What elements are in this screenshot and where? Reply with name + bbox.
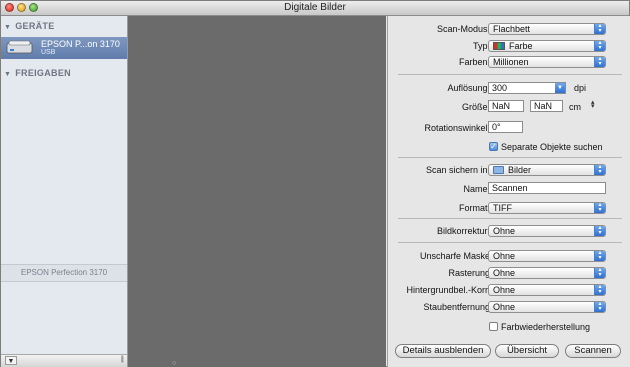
popup-arrows-icon: ▴ ▾: [594, 165, 605, 175]
unit-stepper-icon[interactable]: ▴ ▾: [591, 99, 595, 110]
overview-button[interactable]: Übersicht: [495, 344, 559, 358]
sidebar-bottom-bar: ▼ |||: [1, 354, 127, 367]
color-mode-icon: [493, 42, 505, 50]
type-popup[interactable]: Farbe ▴ ▾: [488, 40, 606, 52]
resolution-combobox[interactable]: 300 ▼: [488, 82, 566, 94]
device-name: EPSON P...on 3170: [41, 39, 120, 49]
image-capture-window: Digitale Bilder ▼ GERÄTE EPSON P...on 317…: [0, 0, 630, 367]
scan-preview-area[interactable]: ○: [128, 16, 386, 367]
save-in-popup[interactable]: Bilder ▴ ▾: [488, 164, 606, 176]
selected-device-label: EPSON Perfection 3170: [1, 264, 127, 282]
resolution-unit: dpi: [574, 83, 587, 93]
sidebar: ▼ GERÄTE EPSON P...on 3170 USB ▼ FREIGABEN…: [1, 16, 128, 367]
image-correction-popup[interactable]: Ohne ▴ ▾: [488, 225, 606, 237]
disclosure-triangle-icon[interactable]: ▼: [4, 24, 11, 31]
format-label: Format:: [458, 203, 490, 213]
colors-popup[interactable]: Millionen ▴ ▾: [488, 56, 606, 68]
popup-arrows-icon: ▴ ▾: [594, 226, 605, 236]
popup-arrows-icon: ▴ ▾: [594, 285, 605, 295]
popup-arrows-icon: ▴ ▾: [594, 268, 605, 278]
separator: [398, 242, 622, 243]
color-restoration-label: Farbwiederherstellung: [501, 322, 591, 332]
file-name-field[interactable]: Scannen: [488, 182, 606, 194]
shared-section-header[interactable]: ▼ FREIGABEN: [4, 68, 71, 78]
size-unit: cm: [569, 102, 581, 112]
save-in-label: Scan sichern in:: [425, 165, 490, 175]
scan-settings-panel: Scan-Modus: Flachbett ▴ ▾ Typ: Farbe ▴ ▾ F…: [387, 16, 630, 367]
disclosure-triangle-icon[interactable]: ▼: [4, 71, 11, 78]
separate-objects-checkbox[interactable]: ✓: [489, 142, 498, 151]
window-title: Digitale Bilder: [284, 2, 346, 13]
resize-grip-icon[interactable]: |||: [121, 356, 125, 363]
background-correction-label: Hintergrundbel.-Korr.: [406, 285, 490, 295]
resize-handle-icon[interactable]: ○: [172, 360, 176, 367]
size-height-field[interactable]: NaN: [530, 100, 563, 112]
dust-removal-popup[interactable]: Ohne ▴ ▾: [488, 301, 606, 313]
resolution-label: Auflösung:: [447, 83, 490, 93]
devices-section-header[interactable]: ▼ GERÄTE: [4, 21, 55, 31]
size-label: Größe:: [461, 102, 490, 112]
hide-details-button[interactable]: Details ausblenden: [395, 344, 491, 358]
image-correction-label: Bildkorrektur:: [436, 226, 490, 236]
descreening-popup[interactable]: Ohne ▴ ▾: [488, 267, 606, 279]
popup-arrows-icon: ▴ ▾: [594, 24, 605, 34]
popup-arrows-icon: ▴ ▾: [594, 57, 605, 67]
device-connection: USB: [41, 49, 56, 56]
descreening-label: Rasterung: [448, 268, 490, 278]
colors-label: Farben:: [458, 57, 490, 67]
popup-arrows-icon: ▴ ▾: [594, 302, 605, 312]
separator: [398, 157, 622, 158]
scan-button[interactable]: Scannen: [565, 344, 621, 358]
scanner-icon: [6, 40, 33, 54]
color-restoration-checkbox[interactable]: [489, 322, 498, 331]
unsharp-mask-popup[interactable]: Ohne ▴ ▾: [488, 250, 606, 262]
name-label: Name:: [463, 184, 490, 194]
popup-arrows-icon: ▴ ▾: [594, 251, 605, 261]
folder-icon: [493, 166, 504, 174]
sidebar-menu-button[interactable]: ▼: [5, 356, 17, 365]
separator: [398, 218, 622, 219]
rotation-label: Rotationswinkel:: [424, 123, 490, 133]
popup-arrows-icon: ▴ ▾: [594, 41, 605, 51]
sidebar-item-scanner[interactable]: EPSON P...on 3170 USB: [1, 37, 127, 59]
unsharp-mask-label: Unscharfe Maske: [419, 251, 490, 261]
dust-removal-label: Staubentfernung: [423, 302, 490, 312]
separator: [398, 74, 622, 75]
background-correction-popup[interactable]: Ohne ▴ ▾: [488, 284, 606, 296]
size-width-field[interactable]: NaN: [488, 100, 524, 112]
rotation-field[interactable]: 0°: [488, 121, 523, 133]
title-bar[interactable]: Digitale Bilder: [1, 1, 629, 16]
separate-objects-label: Separate Objekte suchen: [501, 142, 603, 152]
scan-mode-label: Scan-Modus:: [436, 24, 490, 34]
format-popup[interactable]: TIFF ▴ ▾: [488, 202, 606, 214]
dropdown-arrow-icon[interactable]: ▼: [555, 83, 565, 93]
scan-mode-popup[interactable]: Flachbett ▴ ▾: [488, 23, 606, 35]
popup-arrows-icon: ▴ ▾: [594, 203, 605, 213]
